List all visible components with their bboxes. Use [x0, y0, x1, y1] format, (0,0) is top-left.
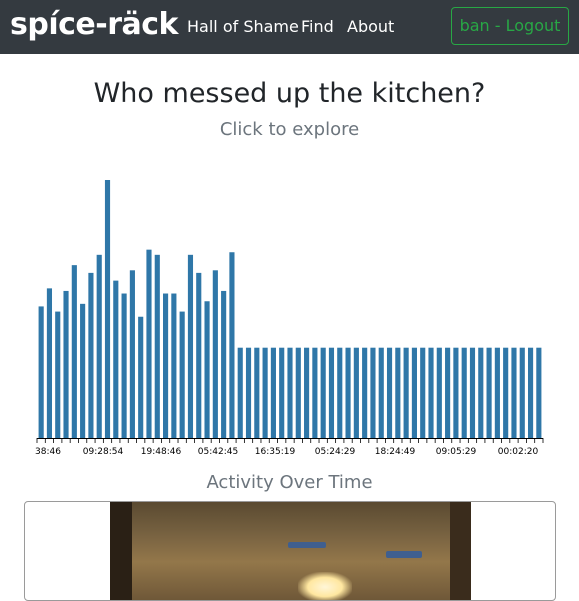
activity-bar[interactable]: [469, 347, 476, 438]
activity-bar[interactable]: [436, 347, 442, 438]
activity-bar[interactable]: [229, 252, 235, 438]
nav-link-find[interactable]: Find: [301, 16, 334, 38]
activity-bar-chart[interactable]: 38:46 09:28:54 19:48:46 05:42:45 16:35:19 05:…: [0, 160, 579, 460]
activity-bar[interactable]: [320, 347, 326, 438]
chart-bars: [38, 180, 542, 438]
activity-bar[interactable]: [312, 347, 318, 438]
activity-bar[interactable]: [63, 290, 69, 438]
activity-bar[interactable]: [287, 347, 293, 438]
activity-bar[interactable]: [171, 293, 177, 438]
activity-bar[interactable]: [104, 180, 111, 438]
activity-bar[interactable]: [536, 347, 542, 438]
activity-bar[interactable]: [453, 347, 459, 438]
activity-bar[interactable]: [212, 270, 218, 438]
activity-bar[interactable]: [245, 347, 252, 438]
activity-bar[interactable]: [304, 347, 310, 438]
activity-bar[interactable]: [270, 347, 276, 438]
x-tick-label: 18:24:49: [375, 447, 416, 457]
activity-bar[interactable]: [503, 347, 509, 438]
activity-bar[interactable]: [254, 347, 260, 438]
activity-bar[interactable]: [494, 347, 500, 438]
activity-bar[interactable]: [353, 347, 359, 438]
activity-bar[interactable]: [163, 293, 169, 438]
activity-bar[interactable]: [138, 316, 144, 438]
page-subtitle: Click to explore: [219, 119, 360, 140]
page-title: Who messed up the kitchen?: [93, 78, 486, 109]
camera-card: [24, 501, 556, 601]
activity-bar[interactable]: [196, 272, 202, 438]
x-tick-label: 16:35:19: [255, 447, 296, 457]
activity-bar[interactable]: [295, 347, 301, 438]
activity-bar[interactable]: [395, 347, 401, 438]
light-glare: [298, 572, 352, 600]
activity-bar[interactable]: [279, 347, 285, 438]
activity-bar[interactable]: [428, 347, 434, 438]
x-tick-label: 05:24:29: [315, 447, 356, 457]
activity-bar[interactable]: [96, 254, 102, 438]
x-tick-label: 19:48:46: [141, 447, 182, 457]
activity-bar[interactable]: [129, 270, 135, 438]
activity-bar[interactable]: [328, 347, 335, 438]
activity-bar[interactable]: [411, 347, 417, 438]
activity-bar[interactable]: [204, 301, 210, 438]
activity-bar[interactable]: [237, 347, 243, 438]
activity-bar[interactable]: [71, 265, 77, 438]
ceiling-light-left: [288, 542, 326, 548]
chart-caption: Activity Over Time: [206, 472, 373, 493]
activity-bar[interactable]: [187, 254, 194, 438]
x-tick-label: 00:02:20: [498, 447, 539, 457]
x-tick-label: 09:05:29: [436, 447, 477, 457]
activity-bar[interactable]: [55, 311, 61, 438]
nav-link-about[interactable]: About: [347, 16, 394, 38]
activity-bar[interactable]: [461, 347, 467, 438]
x-axis-ticks: 38:46 09:28:54 19:48:46 05:42:45 16:35:19 05:…: [35, 438, 544, 457]
activity-bar[interactable]: [337, 347, 343, 438]
snapshot-shadow-left: [110, 502, 132, 600]
activity-bar[interactable]: [527, 347, 534, 438]
x-tick-label: 38:46: [35, 447, 61, 457]
nav-link-hall-of-shame[interactable]: Hall of Shame: [187, 16, 299, 38]
x-tick-label: 05:42:45: [198, 447, 238, 457]
x-tick-label: 09:28:54: [83, 447, 124, 457]
snapshot-shadow-right: [450, 502, 471, 600]
brand-logo[interactable]: spíce-räck: [10, 5, 178, 45]
activity-bar[interactable]: [386, 347, 393, 438]
activity-bar[interactable]: [378, 347, 384, 438]
activity-bar[interactable]: [154, 254, 160, 438]
activity-bar[interactable]: [46, 288, 53, 438]
activity-bar[interactable]: [486, 347, 492, 438]
activity-bar[interactable]: [445, 347, 451, 438]
activity-bar[interactable]: [519, 347, 525, 438]
activity-bar[interactable]: [179, 311, 185, 438]
activity-bar[interactable]: [370, 347, 376, 438]
activity-bar[interactable]: [511, 347, 517, 438]
ceiling-light-right: [386, 551, 422, 558]
activity-bar[interactable]: [403, 347, 409, 438]
camera-snapshot-image[interactable]: [110, 502, 471, 600]
activity-bar[interactable]: [121, 293, 127, 438]
activity-bar[interactable]: [88, 272, 94, 438]
activity-bar[interactable]: [362, 347, 368, 438]
activity-bar[interactable]: [262, 347, 268, 438]
activity-bar[interactable]: [80, 303, 86, 438]
activity-bar[interactable]: [420, 347, 426, 438]
logout-button[interactable]: ban - Logout: [451, 7, 569, 45]
activity-bar[interactable]: [38, 306, 44, 438]
activity-bar[interactable]: [113, 280, 119, 438]
top-navbar: spíce-räck Hall of Shame Find About ban …: [0, 0, 579, 54]
activity-bar[interactable]: [221, 290, 227, 438]
activity-bar[interactable]: [478, 347, 484, 438]
activity-bar[interactable]: [146, 249, 152, 438]
activity-bar[interactable]: [345, 347, 351, 438]
